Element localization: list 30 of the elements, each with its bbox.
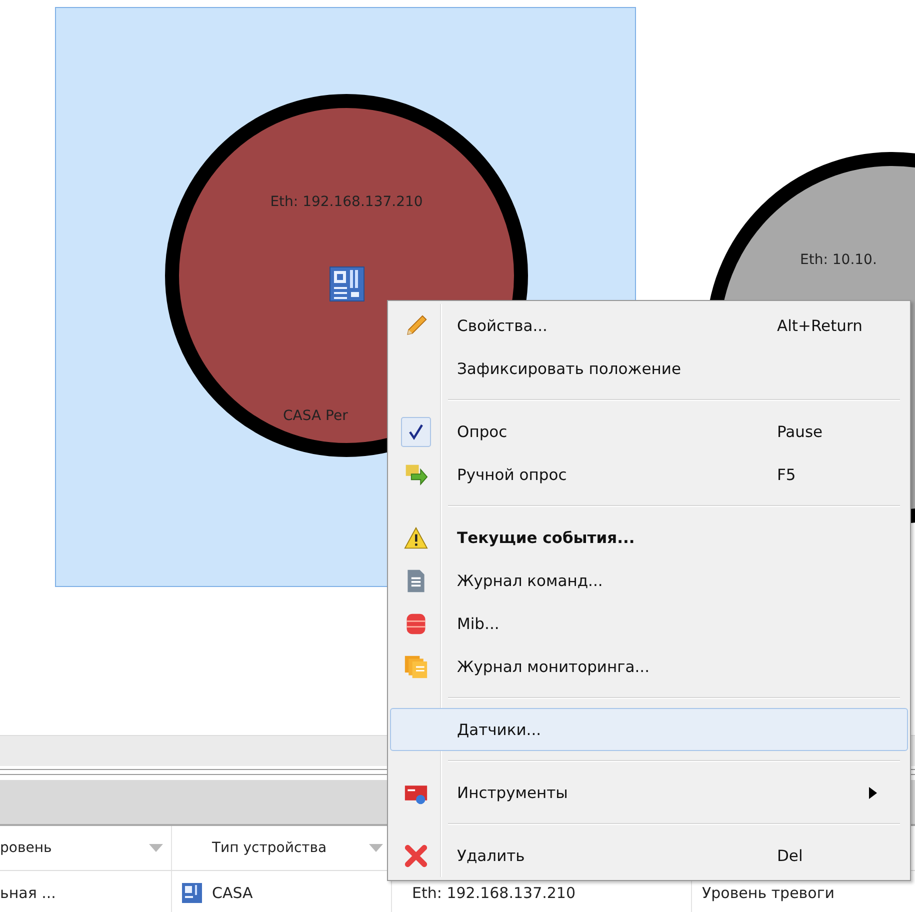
table-cell: Eth: 192.168.137.210 — [412, 884, 576, 902]
refresh-arrows-icon — [404, 462, 428, 486]
node-address: Eth: 10.10. — [800, 252, 877, 268]
menu-item[interactable]: Mib... — [390, 602, 908, 645]
menu-item[interactable]: Текущие события... — [390, 516, 908, 559]
node-name: CASA Per — [283, 408, 348, 424]
menu-item[interactable]: Опрос Pause — [390, 410, 908, 453]
table-cell: ьная ... — [0, 884, 56, 902]
column-header[interactable]: ровень — [0, 840, 52, 856]
menu-item[interactable]: Зафиксировать положение — [390, 347, 908, 390]
menu-item[interactable]: Удалить Del — [390, 834, 908, 877]
circuit-board-icon — [328, 266, 364, 302]
warning-icon — [404, 526, 428, 550]
menu-item[interactable]: Свойства... Alt+Return — [390, 304, 908, 347]
menu-item[interactable]: Датчики... — [390, 708, 908, 751]
pages-icon — [404, 654, 428, 678]
table-cell: Уровень тревоги — [702, 884, 834, 902]
menu-item[interactable]: Журнал команд... — [390, 559, 908, 602]
column-header[interactable]: Тип устройства — [212, 840, 327, 856]
delete-icon — [404, 844, 428, 868]
pencil-icon — [404, 314, 428, 338]
filter-icon[interactable] — [149, 844, 163, 852]
menu-item[interactable]: Журнал мониторинга... — [390, 645, 908, 688]
node-address: Eth: 192.168.137.210 — [270, 194, 423, 210]
filter-icon[interactable] — [369, 844, 383, 852]
menu-item[interactable]: Ручной опрос F5 — [390, 453, 908, 496]
circuit-board-icon — [182, 883, 202, 903]
table-cell: CASA — [212, 884, 253, 902]
database-icon — [404, 612, 428, 636]
menu-item[interactable]: Инструменты — [390, 771, 908, 814]
